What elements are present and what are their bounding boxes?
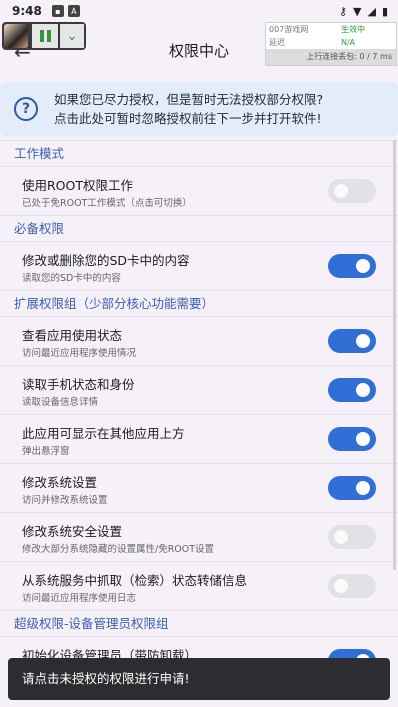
snackbar-message: 请点击未授权的权限进行申请! [8,658,390,700]
permission-toggle[interactable] [328,254,376,278]
section-title-work-mode: 工作模式 [0,140,398,166]
info-key: 007游戏网 [269,25,309,34]
notification-a-icon: A [67,5,80,17]
notice-text: 如果您已尽力授权，但是暂时无法授权部分权限? 点击此处可暂时忽略授权前往下一步并… [54,90,323,128]
network-info-panel: 007游戏网 生效中 延迟 N/A 上行连接丢包: 0 / 7 ms [265,22,397,66]
pause-icon[interactable] [32,24,58,48]
avatar [4,24,28,48]
scrollbar[interactable] [393,140,396,570]
notice-line-1: 如果您已尽力授权，但是暂时无法授权部分权限? [54,92,324,107]
permission-toggle[interactable] [328,329,376,353]
notification-square-icon: ▪ [51,5,64,17]
notice-line-2: 点击此处可暂时忽略授权前往下一步并打开软件! [54,111,322,126]
permission-title: 使用ROOT权限工作 [22,178,133,193]
permission-toggle[interactable] [328,378,376,402]
permission-item-root[interactable]: 使用ROOT权限工作 已处于免ROOT工作模式（点击可切换） [0,166,398,215]
chevron-down-icon[interactable]: ⌄ [60,24,84,48]
permission-subtitle: 访问最近应用程序使用情况 [22,348,137,359]
permission-item-usage-stats[interactable]: 查看应用使用状态 访问最近应用程序使用情况 [0,316,398,365]
permission-title: 从系统服务中抓取（检索）状态转储信息 [22,573,248,588]
permission-subtitle: 访问最近应用程序使用日志 [22,593,137,604]
permission-item-overlay[interactable]: 此应用可显示在其他应用上方 弹出悬浮窗 [0,414,398,463]
permission-toggle[interactable] [328,179,376,203]
skip-authorization-notice[interactable]: ? 如果您已尽力授权，但是暂时无法授权部分权限? 点击此处可暂时忽略授权前往下一… [0,82,398,136]
info-value: N/A [341,38,356,47]
permission-toggle[interactable] [328,427,376,451]
permission-title: 读取手机状态和身份 [22,377,135,392]
permission-item-dump[interactable]: 从系统服务中抓取（检索）状态转储信息 访问最近应用程序使用日志 [0,561,398,610]
info-footer: 上行连接丢包: 0 / 7 ms [266,49,396,65]
section-title-extended: 扩展权限组（少部分核心功能需要） [0,290,398,316]
permission-item-sdcard[interactable]: 修改或删除您的SD卡中的内容 读取您的SD卡中的内容 [0,241,398,290]
permission-title: 修改系统设置 [22,475,98,490]
signal-icon: ◢ [367,4,376,18]
permission-subtitle: 读取您的SD卡中的内容 [22,273,121,284]
permission-subtitle: 修改大部分系统隐藏的设置属性/免ROOT设置 [22,544,215,555]
permission-title: 查看应用使用状态 [22,328,123,343]
question-circle-icon: ? [14,97,38,121]
info-value: 生效中 [341,25,365,34]
app-header: ← 权限中心 ⌄ 007游戏网 生效中 延迟 N/A 上行连接丢包: 0 / 7… [0,22,398,78]
permission-toggle[interactable] [328,476,376,500]
permission-title: 修改系统安全设置 [22,524,123,539]
info-row: 007游戏网 生效中 [266,23,396,36]
info-key: 延迟 [269,38,285,47]
permission-item-secure-settings[interactable]: 修改系统安全设置 修改大部分系统隐藏的设置属性/免ROOT设置 [0,512,398,561]
permission-subtitle: 已处于免ROOT工作模式（点击可切换） [22,198,192,209]
permission-item-write-settings[interactable]: 修改系统设置 访问并修改系统设置 [0,463,398,512]
permission-title: 此应用可显示在其他应用上方 [22,426,185,441]
permission-list: 工作模式 使用ROOT权限工作 已处于免ROOT工作模式（点击可切换） 必备权限… [0,140,398,685]
battery-icon: ▮ [381,4,388,18]
permission-item-phone-state[interactable]: 读取手机状态和身份 读取设备信息详情 [0,365,398,414]
status-right-icons: ⚷ ▼ ◢ ▮ [339,5,388,18]
permission-subtitle: 弹出悬浮窗 [22,446,70,457]
permission-toggle[interactable] [328,525,376,549]
section-title-device-admin: 超级权限-设备管理员权限组 [0,610,398,636]
key-icon: ⚷ [338,4,347,18]
permission-subtitle: 读取设备信息详情 [22,397,99,408]
permission-toggle[interactable] [328,574,376,598]
wifi-icon: ▼ [353,4,362,18]
section-title-required: 必备权限 [0,215,398,241]
status-bar: 9:48 ▪ A ⚷ ▼ ◢ ▮ [0,0,398,22]
floating-overlay-bar[interactable]: ⌄ [2,22,86,50]
permission-subtitle: 访问并修改系统设置 [22,495,108,506]
info-row: 延迟 N/A [266,36,396,49]
status-time: 9:48 [12,4,42,18]
permission-title: 修改或删除您的SD卡中的内容 [22,253,190,268]
